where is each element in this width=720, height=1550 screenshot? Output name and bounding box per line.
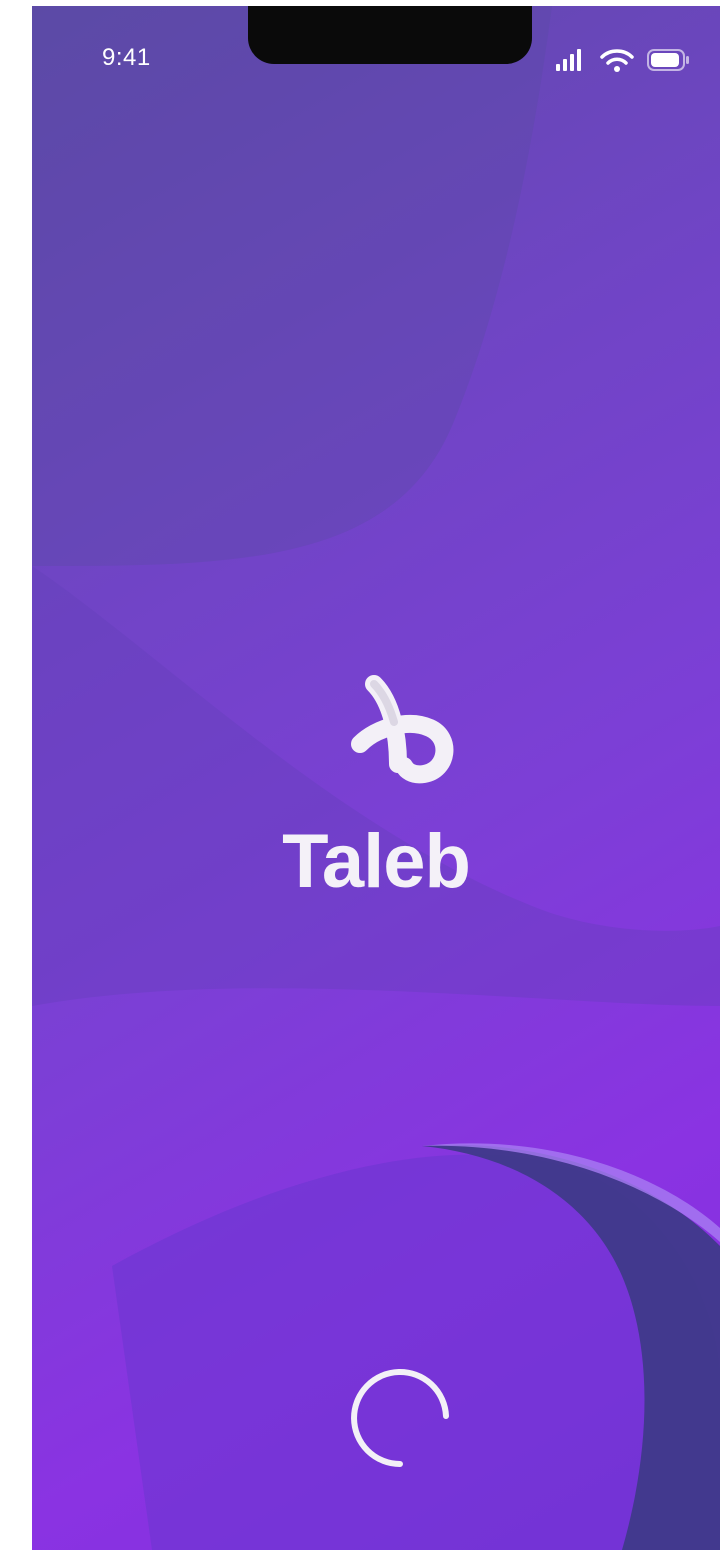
device-notch (248, 6, 532, 64)
wifi-icon (600, 49, 634, 72)
battery-icon (647, 49, 689, 71)
loading-spinner-icon (351, 1369, 449, 1467)
brand-name: Taleb (282, 819, 471, 904)
status-icons (556, 49, 689, 72)
status-time: 9:41 (102, 44, 151, 71)
splash-screen: 9:41 Taleb (32, 6, 720, 1550)
status-bar: 9:41 (32, 6, 720, 106)
taleb-logo-icon (351, 675, 454, 784)
signal-icon (556, 49, 581, 71)
